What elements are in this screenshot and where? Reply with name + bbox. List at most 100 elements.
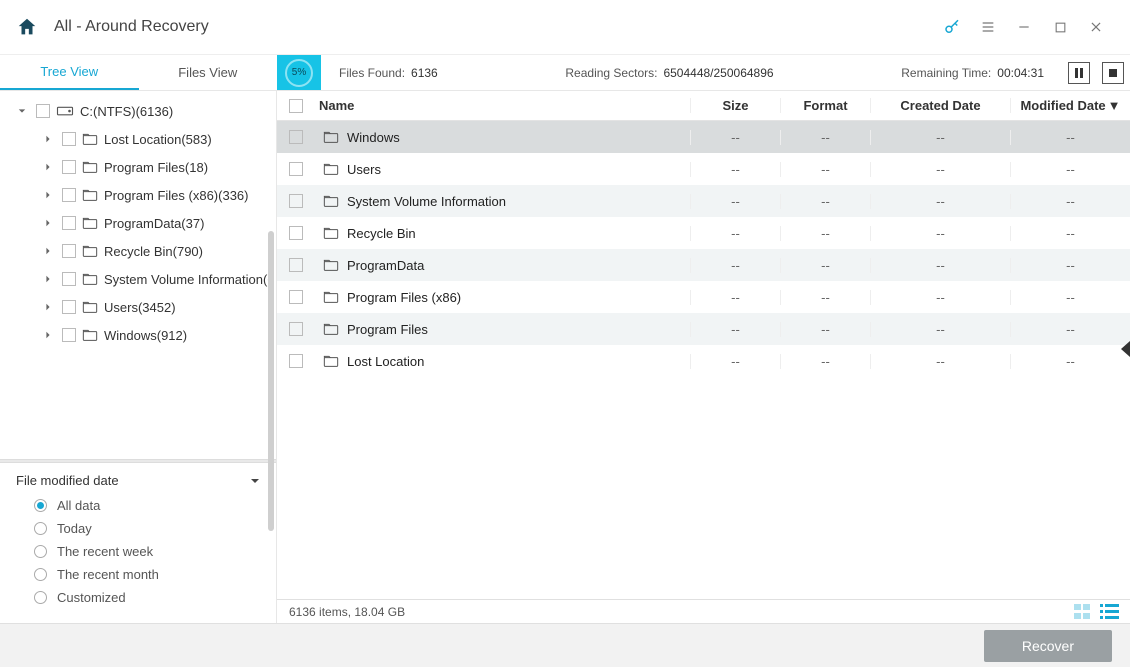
row-checkbox[interactable] xyxy=(289,130,303,144)
tree-checkbox[interactable] xyxy=(62,272,76,286)
row-modified: -- xyxy=(1010,354,1130,369)
row-checkbox[interactable] xyxy=(289,162,303,176)
home-icon[interactable] xyxy=(16,16,38,38)
chevron-right-icon[interactable] xyxy=(44,163,56,171)
column-created[interactable]: Created Date xyxy=(870,98,1010,113)
column-modified[interactable]: Modified Date ▼ xyxy=(1010,98,1130,113)
chevron-right-icon[interactable] xyxy=(44,135,56,143)
tree-checkbox[interactable] xyxy=(62,188,76,202)
filter-option[interactable]: All data xyxy=(34,498,260,513)
folder-icon xyxy=(323,226,339,240)
table-row[interactable]: Windows-------- xyxy=(277,121,1130,153)
tree-checkbox[interactable] xyxy=(62,300,76,314)
table-row[interactable]: System Volume Information-------- xyxy=(277,185,1130,217)
pause-button[interactable] xyxy=(1068,62,1090,84)
collapse-panel-arrow[interactable] xyxy=(1121,341,1130,357)
tree-checkbox[interactable] xyxy=(62,216,76,230)
disk-icon xyxy=(56,104,74,118)
table-row[interactable]: ProgramData-------- xyxy=(277,249,1130,281)
tree-checkbox[interactable] xyxy=(62,328,76,342)
tree-item[interactable]: System Volume Information(6 xyxy=(0,265,276,293)
tree-item[interactable]: Lost Location(583) xyxy=(0,125,276,153)
filter-panel: File modified date All data Today The rece… xyxy=(0,463,276,623)
row-checkbox[interactable] xyxy=(289,226,303,240)
table-row[interactable]: Recycle Bin-------- xyxy=(277,217,1130,249)
row-size: -- xyxy=(690,162,780,177)
column-format[interactable]: Format xyxy=(780,98,870,113)
tree-checkbox[interactable] xyxy=(62,244,76,258)
tree-root[interactable]: C:(NTFS)(6136) xyxy=(0,97,276,125)
tree-root-label: C:(NTFS)(6136) xyxy=(80,104,173,119)
filter-option-label: Today xyxy=(57,521,92,536)
select-all-checkbox[interactable] xyxy=(277,99,315,113)
row-checkbox[interactable] xyxy=(289,194,303,208)
row-modified: -- xyxy=(1010,322,1130,337)
folder-icon xyxy=(82,328,98,342)
close-button[interactable] xyxy=(1078,9,1114,45)
grid-view-button[interactable] xyxy=(1074,604,1094,620)
tab-tree-view[interactable]: Tree View xyxy=(0,55,139,90)
filter-dropdown[interactable]: File modified date xyxy=(16,473,260,488)
tree-item[interactable]: Windows(912) xyxy=(0,321,276,349)
row-format: -- xyxy=(780,194,870,209)
view-tabs: Tree View Files View xyxy=(0,55,277,90)
files-found-label: Files Found: xyxy=(339,66,405,80)
tree-item[interactable]: Program Files(18) xyxy=(0,153,276,181)
chevron-right-icon[interactable] xyxy=(44,275,56,283)
filter-option[interactable]: The recent week xyxy=(34,544,260,559)
tree-item[interactable]: Users(3452) xyxy=(0,293,276,321)
chevron-right-icon[interactable] xyxy=(44,331,56,339)
maximize-button[interactable] xyxy=(1042,9,1078,45)
folder-icon xyxy=(323,194,339,208)
folder-icon xyxy=(323,290,339,304)
row-format: -- xyxy=(780,130,870,145)
chevron-right-icon[interactable] xyxy=(44,303,56,311)
list-view-button[interactable] xyxy=(1100,604,1120,620)
folder-icon xyxy=(82,216,98,230)
tree-checkbox[interactable] xyxy=(62,160,76,174)
key-icon[interactable] xyxy=(934,9,970,45)
filter-option-label: All data xyxy=(57,498,100,513)
menu-icon[interactable] xyxy=(970,9,1006,45)
row-modified: -- xyxy=(1010,258,1130,273)
status-summary: 6136 items, 18.04 GB xyxy=(289,605,405,619)
tab-files-view[interactable]: Files View xyxy=(139,55,278,90)
tree-checkbox[interactable] xyxy=(36,104,50,118)
chevron-right-icon[interactable] xyxy=(44,191,56,199)
filter-option[interactable]: Customized xyxy=(34,590,260,605)
chevron-right-icon[interactable] xyxy=(44,219,56,227)
row-name: Program Files (x86) xyxy=(347,290,461,305)
table-row[interactable]: Lost Location-------- xyxy=(277,345,1130,377)
column-size[interactable]: Size xyxy=(690,98,780,113)
reading-label: Reading Sectors: xyxy=(565,66,657,80)
minimize-button[interactable] xyxy=(1006,9,1042,45)
stop-button[interactable] xyxy=(1102,62,1124,84)
scrollbar-thumb[interactable] xyxy=(268,231,274,531)
chevron-right-icon[interactable] xyxy=(44,247,56,255)
row-created: -- xyxy=(870,226,1010,241)
filter-option[interactable]: Today xyxy=(34,521,260,536)
tree-checkbox[interactable] xyxy=(62,132,76,146)
chevron-down-icon[interactable] xyxy=(18,107,30,115)
filter-option-label: The recent month xyxy=(57,567,159,582)
column-name[interactable]: Name xyxy=(315,98,690,113)
row-name: Recycle Bin xyxy=(347,226,416,241)
table-row[interactable]: Users-------- xyxy=(277,153,1130,185)
table-row[interactable]: Program Files-------- xyxy=(277,313,1130,345)
chevron-down-icon xyxy=(250,476,260,486)
row-checkbox[interactable] xyxy=(289,290,303,304)
row-checkbox[interactable] xyxy=(289,258,303,272)
tree-item[interactable]: Program Files (x86)(336) xyxy=(0,181,276,209)
row-created: -- xyxy=(870,258,1010,273)
row-checkbox[interactable] xyxy=(289,322,303,336)
tree-item[interactable]: Recycle Bin(790) xyxy=(0,237,276,265)
tree-item[interactable]: ProgramData(37) xyxy=(0,209,276,237)
filter-option[interactable]: The recent month xyxy=(34,567,260,582)
recover-button[interactable]: Recover xyxy=(984,630,1112,662)
filter-option-label: Customized xyxy=(57,590,126,605)
filter-option-label: The recent week xyxy=(57,544,153,559)
row-created: -- xyxy=(870,322,1010,337)
row-checkbox[interactable] xyxy=(289,354,303,368)
table-row[interactable]: Program Files (x86)-------- xyxy=(277,281,1130,313)
folder-icon xyxy=(323,258,339,272)
